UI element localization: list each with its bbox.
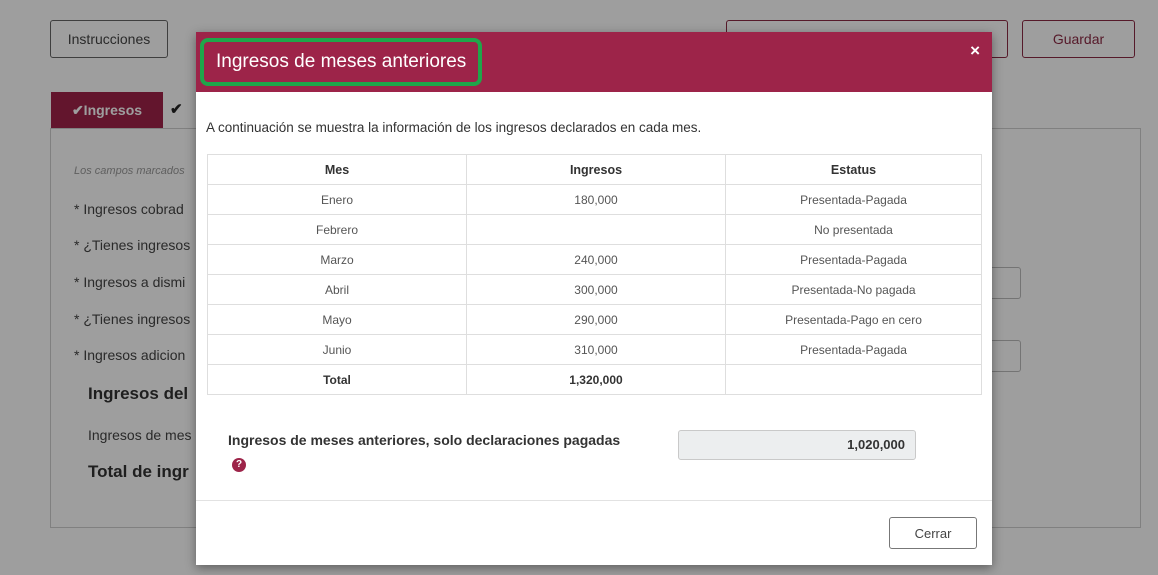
- cell-estatus: No presentada: [725, 214, 982, 245]
- previous-months-modal: Ingresos de meses anteriores × A continu…: [196, 32, 992, 565]
- table-row: Mayo 290,000 Presentada-Pago en cero: [207, 304, 982, 335]
- cell-ingresos: 290,000: [466, 304, 726, 335]
- cell-mes: Junio: [207, 334, 467, 365]
- cell-mes: Enero: [207, 184, 467, 215]
- paid-summary-text: Ingresos de meses anteriores, solo decla…: [228, 432, 621, 448]
- table-row: Enero 180,000 Presentada-Pagada: [207, 184, 982, 215]
- cell-estatus: Presentada-No pagada: [725, 274, 982, 305]
- table-row: Abril 300,000 Presentada-No pagada: [207, 274, 982, 305]
- cell-estatus: Presentada-Pago en cero: [725, 304, 982, 335]
- column-header-ingresos: Ingresos: [466, 154, 726, 185]
- cell-ingresos: 300,000: [466, 274, 726, 305]
- cell-ingresos: [466, 214, 726, 245]
- cell-total-label: Total: [207, 364, 467, 395]
- column-header-mes: Mes: [207, 154, 467, 185]
- cell-estatus: Presentada-Pagada: [725, 184, 982, 215]
- cell-mes: Abril: [207, 274, 467, 305]
- cell-ingresos: 310,000: [466, 334, 726, 365]
- cell-total-estatus: [725, 364, 982, 395]
- modal-title: Ingresos de meses anteriores: [200, 38, 483, 86]
- table-header-row: Mes Ingresos Estatus: [207, 154, 982, 185]
- modal-header: Ingresos de meses anteriores ×: [196, 32, 992, 92]
- column-header-estatus: Estatus: [725, 154, 982, 185]
- table-total-row: Total 1,320,000: [207, 364, 982, 395]
- cell-estatus: Presentada-Pagada: [725, 334, 982, 365]
- cell-total-ingresos: 1,320,000: [466, 364, 726, 395]
- cell-mes: Febrero: [207, 214, 467, 245]
- table-row: Marzo 240,000 Presentada-Pagada: [207, 244, 982, 275]
- paid-summary-label: Ingresos de meses anteriores, solo decla…: [228, 430, 628, 472]
- cell-ingresos: 180,000: [466, 184, 726, 215]
- table-row: Febrero No presentada: [207, 214, 982, 245]
- cell-mes: Mayo: [207, 304, 467, 335]
- footer-divider: [196, 500, 992, 501]
- help-icon[interactable]: ?: [232, 458, 246, 472]
- cell-ingresos: 240,000: [466, 244, 726, 275]
- modal-description: A continuación se muestra la información…: [206, 120, 702, 135]
- close-icon[interactable]: ×: [970, 42, 980, 60]
- income-table: Mes Ingresos Estatus Enero 180,000 Prese…: [207, 154, 982, 395]
- cell-mes: Marzo: [207, 244, 467, 275]
- paid-summary-field: 1,020,000: [678, 430, 916, 460]
- cell-estatus: Presentada-Pagada: [725, 244, 982, 275]
- table-row: Junio 310,000 Presentada-Pagada: [207, 334, 982, 365]
- close-button[interactable]: Cerrar: [889, 517, 977, 549]
